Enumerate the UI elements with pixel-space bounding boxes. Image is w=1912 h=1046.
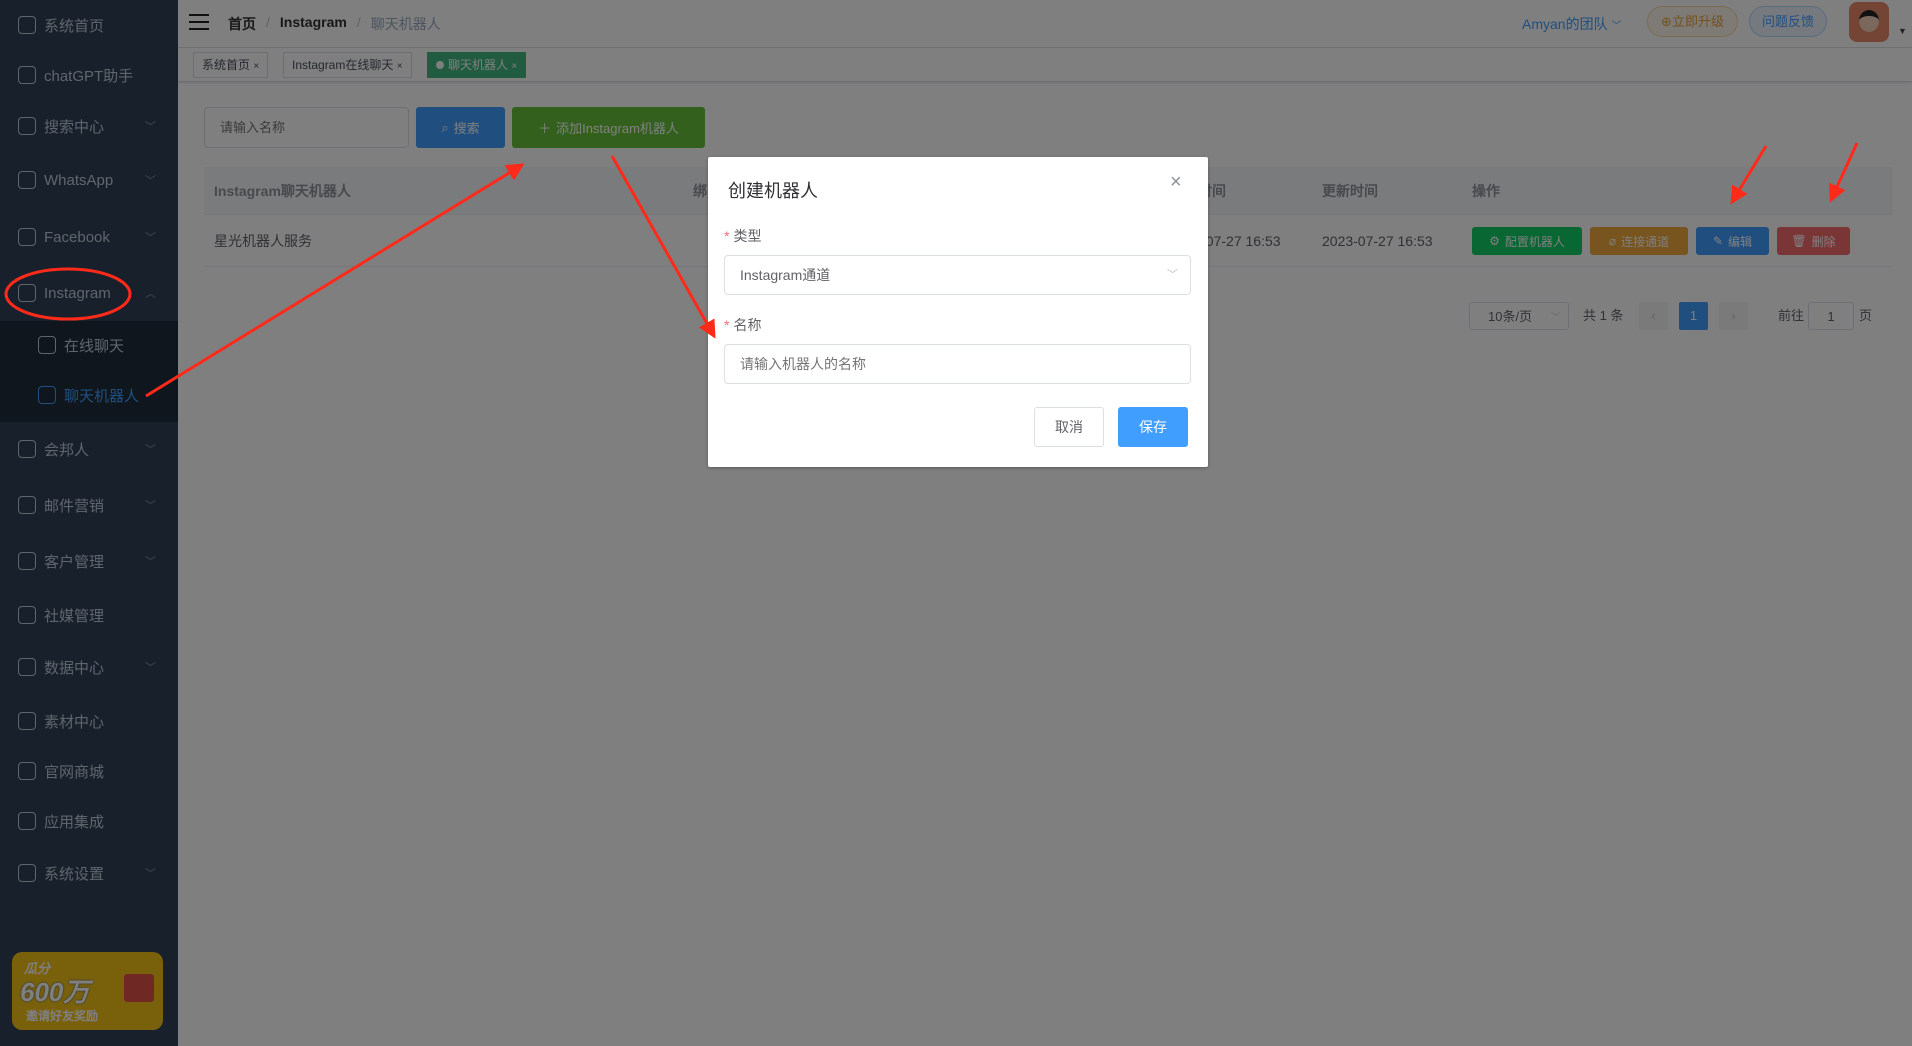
name-label: * 名称 <box>724 317 762 333</box>
save-button[interactable]: 保存 <box>1118 407 1188 447</box>
create-bot-dialog: 创建机器人 × *类型 Instagram通道 ﹀ *名称 取消 保存 <box>708 157 1208 467</box>
type-value: Instagram通道 <box>740 267 831 283</box>
type-label: * 类型 <box>724 228 762 244</box>
cancel-button[interactable]: 取消 <box>1034 407 1104 447</box>
type-select[interactable]: Instagram通道 ﹀ <box>724 255 1191 295</box>
type-label-text: 类型 <box>733 228 762 244</box>
bot-name-input[interactable] <box>724 344 1191 384</box>
dialog-title: 创建机器人 <box>728 181 818 201</box>
close-icon[interactable]: × <box>1170 171 1182 194</box>
name-label-text: 名称 <box>733 317 762 333</box>
chevron-down-icon: ﹀ <box>1167 269 1178 281</box>
